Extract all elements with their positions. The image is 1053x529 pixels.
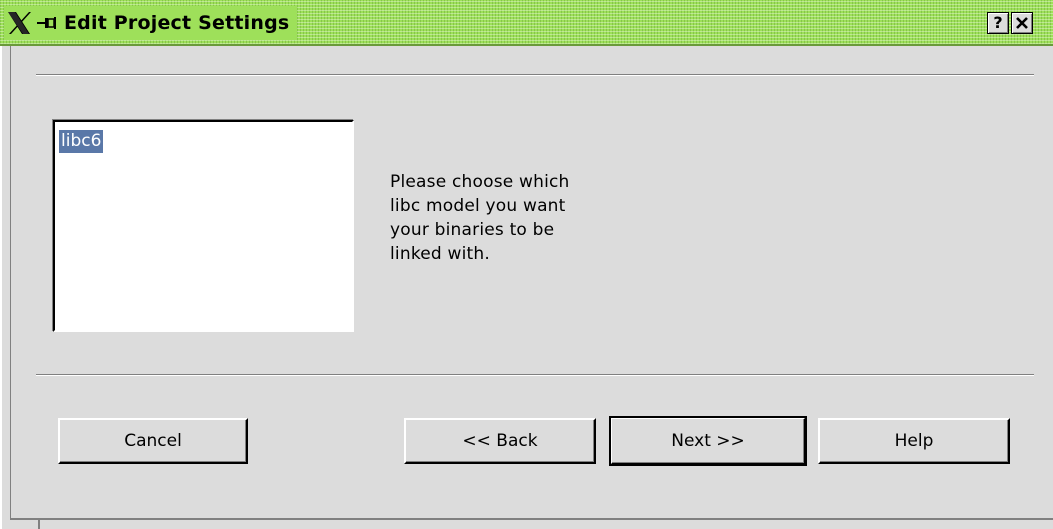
- libc-model-listbox[interactable]: libc6: [53, 120, 354, 332]
- separator-top: [36, 74, 1034, 76]
- dialog-window: Edit Project Settings ? libc6 Please cho…: [0, 0, 1053, 529]
- help-button[interactable]: Help: [818, 418, 1010, 464]
- titlebar-help-button[interactable]: ?: [987, 12, 1009, 34]
- window-left-border: [0, 46, 11, 529]
- cancel-button[interactable]: Cancel: [58, 418, 248, 464]
- title-bar[interactable]: Edit Project Settings ?: [0, 0, 1053, 46]
- back-button[interactable]: << Back: [404, 418, 596, 464]
- window-bottom-notch: [38, 518, 40, 529]
- close-icon: [1016, 17, 1028, 29]
- instruction-text: Please choose which libc model you want …: [390, 170, 650, 266]
- window-title: Edit Project Settings: [64, 12, 290, 34]
- title-group: Edit Project Settings: [4, 6, 298, 40]
- instruction-line: linked with.: [390, 244, 490, 264]
- titlebar-close-button[interactable]: [1011, 12, 1033, 34]
- next-button[interactable]: Next >>: [609, 416, 807, 466]
- instruction-line: libc model you want: [390, 196, 566, 216]
- list-item-libc6[interactable]: libc6: [59, 130, 104, 153]
- window-bottom-border: [10, 518, 1053, 529]
- x-logo-icon[interactable]: [4, 8, 34, 38]
- instruction-line: Please choose which: [390, 172, 570, 192]
- instruction-line: your binaries to be: [390, 220, 555, 240]
- separator-bottom: [36, 374, 1034, 376]
- pin-icon[interactable]: [36, 13, 58, 33]
